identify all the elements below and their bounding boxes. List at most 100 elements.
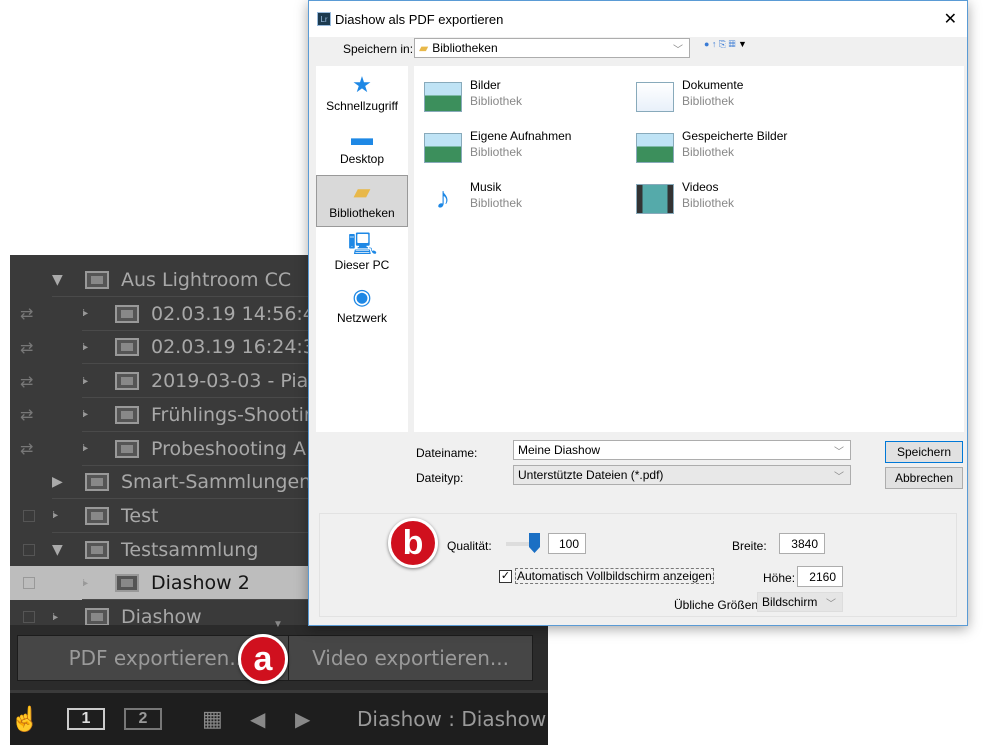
close-button[interactable]: ✕	[944, 9, 957, 29]
slideshow-icon	[115, 574, 139, 593]
quality-label: Qualität:	[447, 539, 492, 553]
sync-icon: ⇄	[20, 405, 34, 425]
library-type: Bibliothek	[470, 145, 523, 159]
library-item[interactable]: ♪ Musik Bibliothek	[418, 178, 618, 218]
dotted-arrow-icon: ⁞▸	[82, 308, 88, 320]
place-dieser-pc[interactable]: 🖳 Dieser PC	[316, 228, 408, 280]
dialog-title: Diashow als PDF exportieren	[335, 11, 504, 27]
expand-open-icon[interactable]: ▼	[52, 272, 63, 288]
filename-input[interactable]: Meine Diashow ﹀	[513, 440, 851, 460]
library-item[interactable]: Videos Bibliothek	[630, 178, 830, 218]
place-netzwerk[interactable]: ◉ Netzwerk	[316, 281, 408, 333]
filetype-dropdown[interactable]: Unterstützte Dateien (*.pdf) ﹀	[513, 465, 851, 485]
filetype-label: Dateityp:	[416, 471, 464, 485]
library-item[interactable]: Dokumente Bibliothek	[630, 76, 830, 116]
collection-icon	[115, 405, 139, 424]
quality-slider-thumb[interactable]	[529, 533, 540, 553]
collection-icon	[115, 304, 139, 323]
library-name: Eigene Aufnahmen	[470, 129, 572, 143]
save-in-label: Speichern in:	[343, 42, 414, 56]
save-in-dropdown[interactable]: ▰ Bibliotheken ﹀	[414, 38, 690, 58]
collection-set-icon	[85, 473, 109, 492]
width-input[interactable]: 3840	[779, 533, 825, 554]
documents-icon	[636, 82, 674, 112]
fullscreen-checkbox[interactable]: ✓ Automatisch Vollbildschirm anzeigen	[499, 568, 714, 584]
sizes-label: Übliche Größen:	[674, 598, 762, 612]
screen-1-button[interactable]: 1	[67, 708, 105, 730]
place-bibliotheken[interactable]: ▰ Bibliotheken	[316, 175, 408, 227]
place-label: Schnellzugriff	[326, 99, 398, 113]
library-item[interactable]: Eigene Aufnahmen Bibliothek	[418, 127, 618, 167]
collection-label: Aus Lightroom CC	[121, 269, 292, 291]
chevron-down-icon[interactable]: ﹀	[834, 443, 844, 458]
collection-label: 2019-03-03 - Pia	[151, 370, 309, 393]
expand-open-icon[interactable]: ▼	[52, 542, 63, 558]
desktop-icon: ▬	[351, 125, 373, 150]
width-label: Breite:	[732, 539, 767, 553]
sizes-dropdown[interactable]: Bildschirm ﹀	[757, 592, 843, 612]
collection-set-icon	[85, 271, 109, 289]
videos-icon	[636, 184, 674, 214]
library-name: Videos	[682, 180, 719, 194]
panel-collapse-icon[interactable]: ▼	[273, 619, 283, 630]
collection-icon	[115, 372, 139, 391]
library-type: Bibliothek	[682, 145, 735, 159]
collection-label: Testsammlung	[121, 538, 259, 561]
grid-icon[interactable]: ▦	[202, 706, 223, 732]
dotted-arrow-icon: ⁞▸	[82, 375, 88, 387]
target-checkbox[interactable]	[23, 611, 35, 623]
collection-label: 02.03.19 16:24:37	[151, 336, 327, 359]
library-name: Gespeicherte Bilder	[682, 129, 788, 143]
pictures-icon	[636, 133, 674, 163]
filmstrip-bar: ☝ 1 2 ▦ ◀ ▶ Diashow : Diashow	[10, 693, 548, 745]
filetype-value: Unterstützte Dateien (*.pdf)	[518, 468, 664, 482]
collection-icon	[115, 439, 139, 458]
checkbox-icon[interactable]: ✓	[499, 569, 512, 583]
library-type: Bibliothek	[682, 196, 735, 210]
library-item[interactable]: Gespeicherte Bilder Bibliothek	[630, 127, 830, 167]
collection-label: Diashow 2	[151, 572, 250, 595]
library-item[interactable]: Bilder Bibliothek	[418, 76, 618, 116]
target-checkbox[interactable]	[23, 577, 35, 590]
quality-slider[interactable]	[506, 533, 540, 553]
place-desktop[interactable]: ▬ Desktop	[316, 122, 408, 174]
pictures-icon	[424, 82, 462, 112]
places-bar: ★ Schnellzugriff ▬ Desktop ▰ Bibliotheken 🖳 Die…	[316, 66, 408, 432]
filename-label: Dateiname:	[416, 446, 478, 460]
collection-icon	[85, 506, 109, 525]
dotted-arrow-icon: ⁞▸	[52, 611, 58, 623]
quality-input[interactable]: 100	[548, 533, 586, 554]
height-label: Höhe:	[763, 571, 796, 585]
sync-icon: ⇄	[20, 439, 34, 458]
library-type: Bibliothek	[682, 94, 735, 108]
filename-value: Meine Diashow	[518, 443, 601, 457]
cancel-button[interactable]: Abbrechen	[885, 467, 963, 489]
libraries-icon: ▰	[419, 41, 429, 55]
chevron-down-icon: ﹀	[834, 471, 844, 483]
target-checkbox[interactable]	[23, 509, 35, 522]
file-list: Bilder Bibliothek Dokumente Bibliothek Eigen…	[414, 66, 964, 432]
library-type: Bibliothek	[470, 196, 523, 210]
height-input[interactable]: 2160	[797, 566, 843, 587]
dotted-arrow-icon: ⁞▸	[82, 577, 88, 589]
library-name: Dokumente	[682, 78, 744, 92]
slideshow-icon	[85, 608, 109, 626]
target-checkbox[interactable]	[23, 543, 35, 556]
arrow-left-icon[interactable]: ◀	[250, 707, 265, 732]
expand-closed-icon[interactable]: ▶	[52, 474, 63, 490]
arrow-right-icon[interactable]: ▶	[295, 707, 310, 732]
collection-label: Test	[121, 504, 159, 527]
library-name: Musik	[470, 180, 502, 194]
save-button[interactable]: Speichern	[885, 441, 963, 463]
pictures-icon	[424, 133, 462, 163]
screen-2-button[interactable]: 2	[124, 708, 162, 730]
hand-icon: ☝	[10, 705, 40, 733]
dotted-arrow-icon: ⁞▸	[82, 409, 88, 421]
video-export-button[interactable]: Video exportieren...	[288, 635, 533, 681]
toolbar-icons[interactable]: ● ↑ ⎘ ▦ ▼	[704, 39, 747, 50]
network-icon: ◉	[352, 284, 372, 309]
breadcrumb[interactable]: Diashow : Diashow	[357, 707, 546, 731]
place-schnellzugriff[interactable]: ★ Schnellzugriff	[316, 69, 408, 121]
sync-icon: ⇄	[20, 337, 34, 357]
libraries-icon: ▰	[353, 179, 371, 204]
